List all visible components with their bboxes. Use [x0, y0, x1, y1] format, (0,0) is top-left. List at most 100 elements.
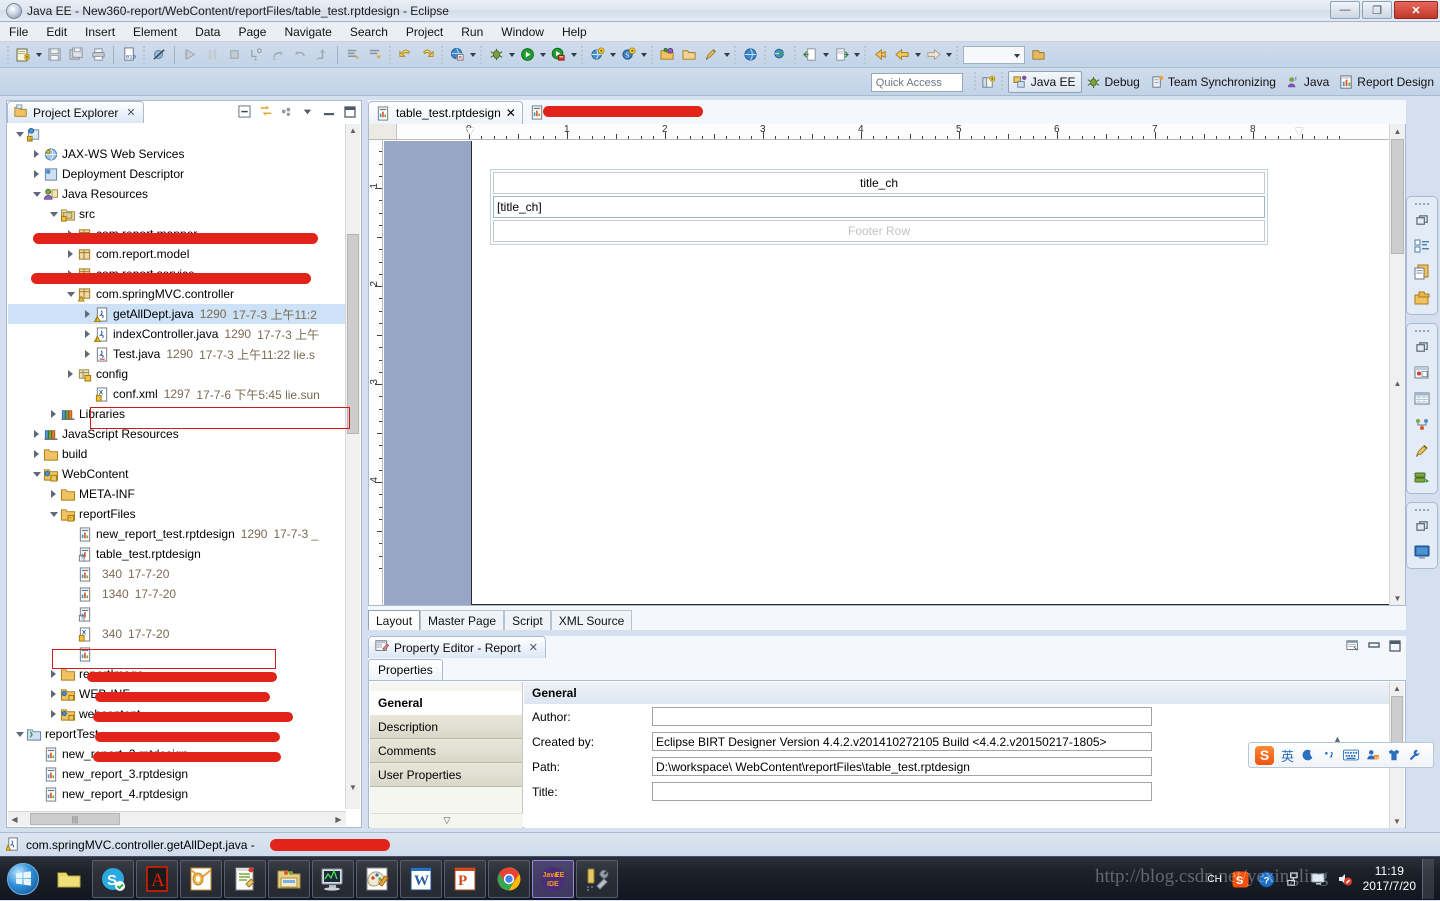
print-icon[interactable] — [88, 45, 108, 65]
minimize-icon[interactable] — [1366, 638, 1381, 653]
prop-scroll-up-arrow[interactable]: ▲ — [1391, 682, 1403, 695]
debug-icon[interactable] — [486, 45, 506, 65]
page-tab-master-page[interactable]: Master Page — [420, 610, 505, 630]
forward-nav-icon[interactable] — [923, 45, 943, 65]
chevron-right-icon[interactable] — [48, 704, 59, 724]
restore-icon[interactable] — [1407, 513, 1437, 539]
maximize-icon[interactable] — [1387, 638, 1402, 653]
chevron-down-icon[interactable] — [14, 724, 25, 744]
toolbar-grip[interactable] — [7, 45, 9, 64]
new-wizard-dropdown-arrow[interactable] — [34, 45, 43, 65]
tree-item[interactable]: JAX-WS Web Services — [8, 144, 346, 164]
terminate-icon[interactable] — [224, 45, 244, 65]
scroll-down-arrow[interactable]: ▼ — [347, 781, 359, 794]
restore-button[interactable]: ❐ — [1362, 1, 1392, 19]
new-wizard-icon[interactable] — [13, 45, 33, 65]
taskbar-monitor-tool[interactable] — [312, 859, 354, 898]
chevron-right-icon[interactable] — [82, 304, 93, 324]
tree-item[interactable]: JavaScript Resources — [8, 424, 346, 444]
page-tab-layout[interactable]: Layout — [368, 610, 421, 630]
chevron-right-icon[interactable] — [31, 164, 42, 184]
tree-item[interactable]: Deployment Descriptor — [8, 164, 346, 184]
open-web-browser-icon[interactable]: R — [447, 45, 467, 65]
perspective-java[interactable]: J Java — [1282, 71, 1335, 93]
back-nav-arrow[interactable] — [913, 45, 922, 65]
toolbar-grip-11[interactable] — [864, 45, 866, 64]
open-perspective-icon[interactable] — [981, 75, 996, 90]
browser-dropdown-arrow[interactable] — [468, 45, 477, 65]
import-icon[interactable] — [831, 45, 851, 65]
palette-view-icon[interactable] — [1407, 360, 1437, 386]
taskbar-skype[interactable]: S — [92, 859, 134, 898]
property-category-description[interactable]: Description — [370, 715, 522, 739]
chevron-down-icon[interactable] — [48, 504, 59, 524]
taskbar-file-manager[interactable] — [268, 859, 310, 898]
taskbar-eclipse-java-ee[interactable]: Java EE IDE — [532, 859, 574, 898]
toolbar-grip-4[interactable] — [441, 45, 443, 64]
quick-access-input[interactable]: Quick Access — [870, 72, 963, 92]
sogou-icon[interactable]: S — [1231, 869, 1251, 889]
maximize-icon[interactable] — [342, 104, 357, 119]
tree-item[interactable]: Xconf.xml 1297 17-7-6 下午5:45 lie.sun — [8, 384, 346, 404]
toolbar-grip-12[interactable] — [956, 45, 958, 64]
tree-item[interactable]: Test.java 1290 17-7-3 上午11:22 lie.s — [8, 344, 346, 364]
publish-icon[interactable] — [740, 45, 760, 65]
keyboard-icon[interactable] — [1343, 749, 1360, 761]
chevron-down-icon[interactable] — [14, 124, 25, 144]
minimize-button[interactable]: — — [1330, 1, 1360, 19]
comma-icon[interactable] — [1322, 748, 1336, 762]
canvas-vscroll-thumb[interactable] — [1391, 139, 1404, 254]
menu-help[interactable]: Help — [553, 23, 596, 41]
project-tree[interactable]: ⚠ JAX-WS Web Services Deployment Descripto… — [8, 124, 346, 809]
close-button[interactable]: ✕ — [1394, 1, 1438, 19]
report-page[interactable]: title_ch [title_ch] Footer Row — [471, 141, 1391, 605]
collapse-all-icon[interactable] — [237, 104, 252, 119]
toolbar-grip-3[interactable] — [389, 45, 391, 64]
settings-icon[interactable] — [1408, 748, 1422, 762]
tab-property-editor[interactable]: Property Editor - Report ✕ — [368, 636, 546, 658]
taskbar-clock[interactable]: 11:19 2017/7/20 — [1363, 864, 1416, 894]
taskbar-explorer-folder[interactable] — [48, 860, 90, 898]
tree-item[interactable]: src — [8, 204, 346, 224]
view-menu-icon[interactable] — [279, 104, 294, 119]
chevron-right-icon[interactable] — [31, 424, 42, 444]
export-arrow[interactable] — [821, 45, 830, 65]
taskbar-chrome[interactable] — [488, 859, 530, 898]
back-icon[interactable] — [395, 45, 415, 65]
toolbar-grip-2[interactable] — [143, 45, 145, 64]
link-with-editor-icon[interactable] — [258, 104, 273, 119]
toolbar-grip-5[interactable] — [480, 45, 482, 64]
taskbar-powerpoint[interactable]: P — [444, 859, 486, 898]
canvas-scroll-mid-arrow[interactable]: ▲ — [1391, 376, 1404, 390]
menu-edit[interactable]: Edit — [37, 23, 76, 41]
menu-data[interactable]: Data — [186, 23, 229, 41]
property-field-input[interactable] — [652, 707, 1152, 726]
restore-icon[interactable] — [1407, 334, 1437, 360]
step-into-icon[interactable] — [246, 45, 266, 65]
perspective-team-synchronizing[interactable]: Team Synchronizing — [1146, 71, 1282, 93]
chevron-down-icon[interactable] — [300, 104, 315, 119]
property-category-comments[interactable]: Comments — [370, 739, 522, 763]
run-server-dropdown-arrow[interactable] — [569, 45, 578, 65]
debug-dropdown-arrow[interactable] — [507, 45, 516, 65]
chevron-down-icon[interactable] — [31, 464, 42, 484]
run-server-icon[interactable] — [548, 45, 568, 65]
export-icon[interactable] — [800, 45, 820, 65]
page-tab-script[interactable]: Script — [504, 610, 551, 630]
taskbar-tools[interactable] — [576, 859, 618, 898]
toolbar-grip-7[interactable] — [651, 45, 653, 64]
forward-icon[interactable] — [417, 45, 437, 65]
open-type-icon[interactable] — [657, 45, 677, 65]
toolbar-grip-6[interactable] — [581, 45, 583, 64]
menu-insert[interactable]: Insert — [76, 23, 124, 41]
tree-item[interactable]: Java Resources — [8, 184, 346, 204]
close-icon[interactable]: ✕ — [529, 641, 538, 654]
save-icon[interactable] — [44, 45, 64, 65]
editor-tab[interactable]: table_test.rptdesign ✕ — [368, 101, 523, 124]
vscroll-thumb[interactable] — [347, 234, 359, 434]
fast-view-grip[interactable] — [1407, 200, 1437, 207]
chevron-right-icon[interactable] — [31, 444, 42, 464]
table-detail-row[interactable]: [title_ch] — [493, 196, 1265, 218]
tree-item[interactable]: com.report.model — [8, 244, 346, 264]
import-arrow[interactable] — [852, 45, 861, 65]
